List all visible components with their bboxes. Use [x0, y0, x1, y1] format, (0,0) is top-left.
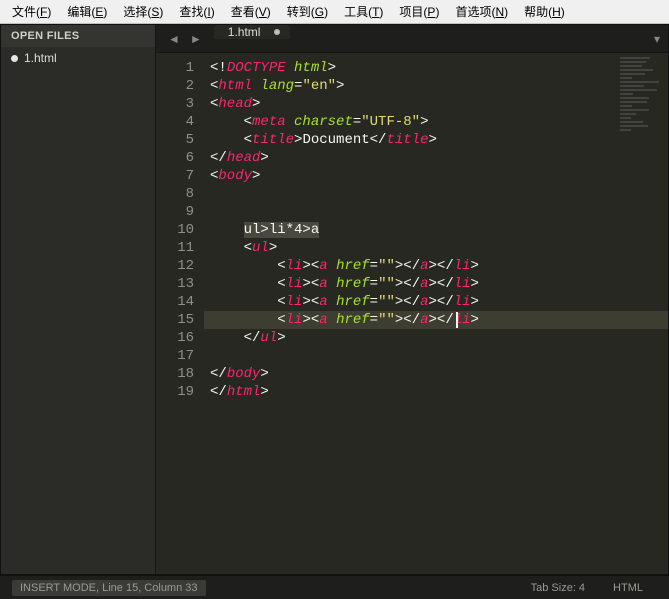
code-line[interactable] [204, 185, 668, 203]
line-number: 13 [156, 275, 194, 293]
tab-bar: ◄ ► 1.html ▾ [156, 25, 668, 53]
text-cursor [456, 312, 458, 328]
status-tab-size[interactable]: Tab Size: 4 [517, 582, 599, 594]
code-line[interactable]: <li><a href=""></a></li> [204, 311, 668, 329]
line-number: 14 [156, 293, 194, 311]
line-number: 19 [156, 383, 194, 401]
open-files-header: OPEN FILES [1, 25, 155, 47]
line-number: 2 [156, 77, 194, 95]
menu-s[interactable]: 选择(S) [115, 0, 171, 23]
line-number: 1 [156, 59, 194, 77]
menu-v[interactable]: 查看(V) [223, 0, 279, 23]
tab-1-html[interactable]: 1.html [214, 25, 291, 39]
line-number: 5 [156, 131, 194, 149]
tab-label: 1.html [228, 25, 261, 39]
code-line[interactable]: <!DOCTYPE html> [204, 59, 668, 77]
tab-dirty-dot-icon [274, 29, 280, 35]
line-number: 17 [156, 347, 194, 365]
editor-area: ◄ ► 1.html ▾ 123456789101112131415161718… [156, 25, 668, 574]
line-number: 3 [156, 95, 194, 113]
code-line[interactable]: </head> [204, 149, 668, 167]
code-line[interactable]: </html> [204, 383, 668, 401]
status-bar: INSERT MODE, Line 15, Column 33 Tab Size… [0, 575, 669, 599]
code-line[interactable]: <body> [204, 167, 668, 185]
tab-prev-button[interactable]: ◄ [164, 30, 184, 48]
status-language[interactable]: HTML [599, 582, 657, 594]
line-number-gutter: 12345678910111213141516171819 [156, 53, 204, 574]
tab-dropdown-button[interactable]: ▾ [646, 25, 668, 52]
line-number: 6 [156, 149, 194, 167]
menu-e[interactable]: 编辑(E) [59, 0, 115, 23]
line-number: 9 [156, 203, 194, 221]
menu-i[interactable]: 查找(I) [171, 0, 222, 23]
menu-t[interactable]: 工具(T) [336, 0, 391, 23]
sidebar: OPEN FILES 1.html [1, 25, 156, 574]
code-line[interactable]: <ul> [204, 239, 668, 257]
dirty-dot-icon [11, 55, 18, 62]
menu-g[interactable]: 转到(G) [279, 0, 336, 23]
line-number: 12 [156, 257, 194, 275]
line-number: 15 [156, 311, 194, 329]
open-file-label: 1.html [24, 51, 57, 65]
line-number: 16 [156, 329, 194, 347]
code-line[interactable]: </ul> [204, 329, 668, 347]
line-number: 11 [156, 239, 194, 257]
code-line[interactable]: <li><a href=""></a></li> [204, 293, 668, 311]
code-line[interactable]: <title>Document</title> [204, 131, 668, 149]
line-number: 10 [156, 221, 194, 239]
code-line[interactable]: ul>li*4>a [204, 221, 668, 239]
menu-h[interactable]: 帮助(H) [516, 0, 573, 23]
line-number: 4 [156, 113, 194, 131]
tab-next-button[interactable]: ► [186, 30, 206, 48]
menu-p[interactable]: 项目(P) [391, 0, 447, 23]
line-number: 7 [156, 167, 194, 185]
line-number: 8 [156, 185, 194, 203]
code-line[interactable]: </body> [204, 365, 668, 383]
line-number: 18 [156, 365, 194, 383]
open-file-item[interactable]: 1.html [1, 47, 155, 69]
tab-nav: ◄ ► [160, 25, 210, 52]
code-line[interactable]: <li><a href=""></a></li> [204, 275, 668, 293]
code-line[interactable]: <li><a href=""></a></li> [204, 257, 668, 275]
code-line[interactable] [204, 203, 668, 221]
code-content[interactable]: <!DOCTYPE html><html lang="en"><head> <m… [204, 53, 668, 574]
main-container: OPEN FILES 1.html ◄ ► 1.html ▾ 123456789… [0, 24, 669, 575]
code-line[interactable]: <head> [204, 95, 668, 113]
status-mode[interactable]: INSERT MODE, Line 15, Column 33 [12, 580, 206, 596]
menu-n[interactable]: 首选项(N) [447, 0, 516, 23]
code-line[interactable]: <html lang="en"> [204, 77, 668, 95]
code-line[interactable] [204, 347, 668, 365]
code-line[interactable]: <meta charset="UTF-8"> [204, 113, 668, 131]
menubar: 文件(F)编辑(E)选择(S)查找(I)查看(V)转到(G)工具(T)项目(P)… [0, 0, 669, 24]
menu-f[interactable]: 文件(F) [4, 0, 59, 23]
code-editor[interactable]: 12345678910111213141516171819 <!DOCTYPE … [156, 53, 668, 574]
